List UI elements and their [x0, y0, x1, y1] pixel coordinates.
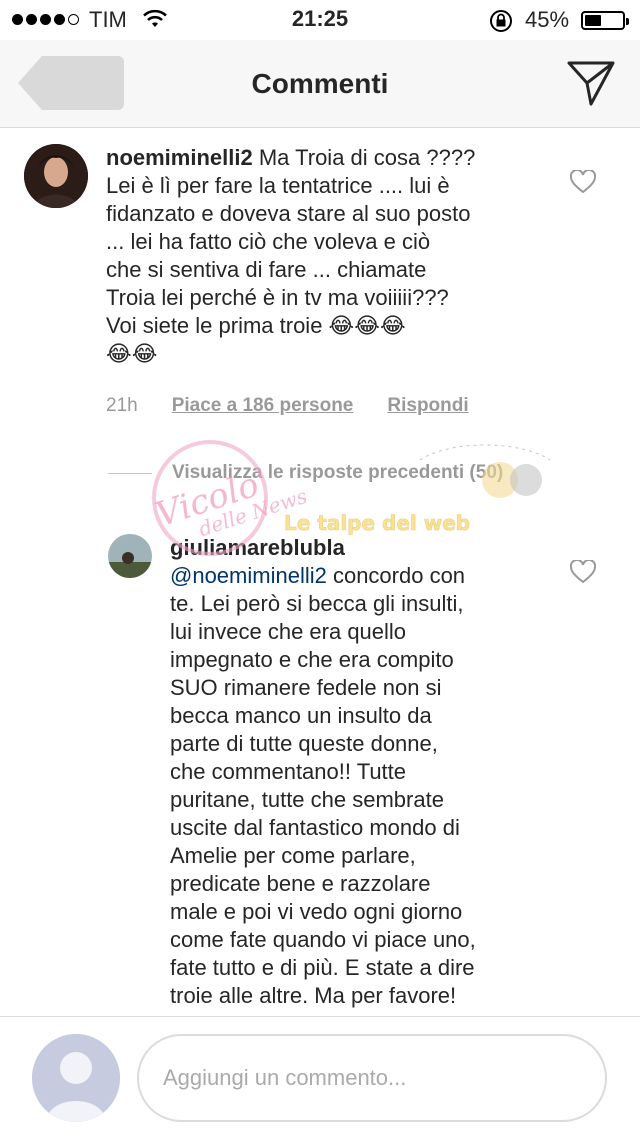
avatar[interactable]: [24, 144, 88, 208]
rotation-lock-icon: [490, 10, 512, 32]
comment-input[interactable]: [137, 1034, 607, 1122]
view-previous-replies-label[interactable]: Visualizza le risposte precedenti (50): [172, 462, 503, 484]
comment-text: noemiminelli2 Ma Troia di cosa ???? Lei …: [106, 145, 476, 366]
comment-username[interactable]: noemiminelli2: [106, 145, 253, 170]
comment-meta: 21h Piace a 186 persone Rispondi: [106, 395, 469, 417]
divider: [108, 472, 152, 474]
comment-time: 21h: [106, 395, 138, 416]
mention-link[interactable]: @noemiminelli2: [170, 563, 327, 588]
likes-count-link[interactable]: Piace a 186 persone: [172, 395, 354, 417]
avatar: [32, 1034, 120, 1122]
like-heart-icon[interactable]: [570, 170, 596, 194]
like-heart-icon[interactable]: [570, 560, 596, 584]
battery-percent: 45%: [525, 7, 570, 32]
reply-username[interactable]: giuliamareblubla: [170, 534, 550, 562]
status-bar: TIM 21:25 45%: [0, 0, 640, 40]
page-title: Commenti: [251, 68, 389, 99]
navigation-bar: Commenti: [0, 40, 640, 128]
avatar[interactable]: [108, 534, 152, 578]
battery-icon: [581, 11, 629, 30]
reply-text: giuliamareblubla @noemiminelli2 concordo…: [170, 534, 550, 1010]
reply-item: giuliamareblubla @noemiminelli2 concordo…: [0, 530, 640, 1020]
comment-composer: [0, 1016, 640, 1136]
paper-plane-icon[interactable]: [566, 60, 616, 106]
comment-item: noemiminelli2 Ma Troia di cosa ???? Lei …: [0, 128, 640, 448]
reply-link[interactable]: Rispondi: [387, 395, 468, 417]
view-previous-replies[interactable]: Visualizza le risposte precedenti (50): [108, 462, 503, 484]
